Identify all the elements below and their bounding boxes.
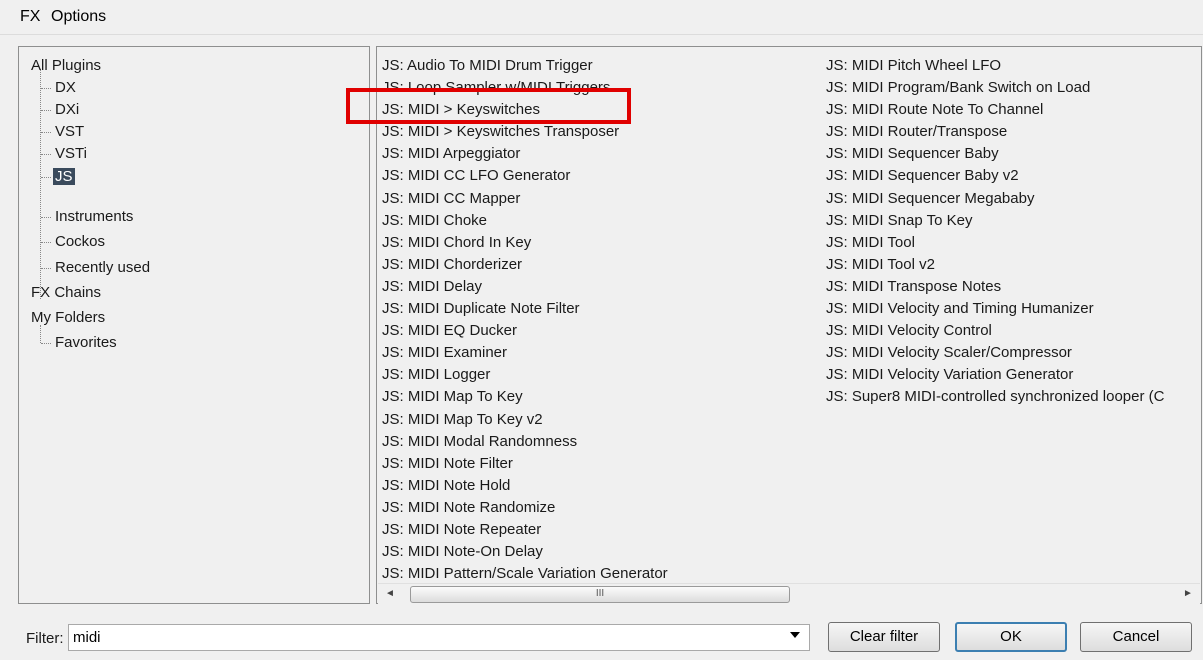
- plugin-list-item[interactable]: JS: MIDI Note Filter: [382, 453, 668, 475]
- menu-bar: FX Options: [0, 0, 1203, 35]
- tree-branch: [41, 177, 51, 178]
- plugin-list-column-1: JS: Audio To MIDI Drum Trigger JS: Loop S…: [382, 55, 668, 585]
- plugin-list[interactable]: JS: Audio To MIDI Drum Trigger JS: Loop S…: [376, 46, 1202, 604]
- tree-item-vsti[interactable]: VSTi: [53, 143, 89, 165]
- plugin-list-item[interactable]: JS: MIDI Note Randomize: [382, 497, 668, 519]
- plugin-list-item[interactable]: JS: MIDI Sequencer Baby v2: [826, 165, 1164, 187]
- plugin-list-item[interactable]: JS: MIDI Sequencer Megababy: [826, 188, 1164, 210]
- tree-item-my-folders[interactable]: My Folders: [29, 307, 107, 329]
- horizontal-scrollbar[interactable]: ◄ III ►: [378, 583, 1200, 604]
- plugin-list-item[interactable]: JS: MIDI Chorderizer: [382, 254, 668, 276]
- tree-item-vst[interactable]: VST: [53, 121, 86, 143]
- plugin-list-item[interactable]: JS: MIDI Program/Bank Switch on Load: [826, 77, 1164, 99]
- plugin-list-item[interactable]: JS: MIDI Velocity Control: [826, 320, 1164, 342]
- plugin-list-item[interactable]: JS: MIDI Map To Key: [382, 386, 668, 408]
- plugin-list-item[interactable]: JS: MIDI Chord In Key: [382, 232, 668, 254]
- plugin-list-item[interactable]: JS: MIDI > Keyswitches Transposer: [382, 121, 668, 143]
- plugin-list-item[interactable]: JS: MIDI Pattern/Scale Variation Generat…: [382, 563, 668, 585]
- tree-item-cockos[interactable]: Cockos: [53, 231, 107, 253]
- plugin-list-item[interactable]: JS: MIDI Transpose Notes: [826, 276, 1164, 298]
- cancel-button[interactable]: Cancel: [1080, 622, 1192, 652]
- plugin-list-item[interactable]: JS: MIDI Tool v2: [826, 254, 1164, 276]
- plugin-list-item[interactable]: JS: MIDI Velocity Scaler/Compressor: [826, 342, 1164, 364]
- tree-item-favorites[interactable]: Favorites: [53, 332, 119, 354]
- plugin-list-item[interactable]: JS: MIDI > Keyswitches: [382, 99, 668, 121]
- tree-branch: [41, 268, 51, 269]
- scroll-grip-icon: III: [595, 588, 605, 599]
- scroll-thumb[interactable]: III: [410, 586, 790, 603]
- plugin-list-item[interactable]: JS: MIDI Arpeggiator: [382, 143, 668, 165]
- tree-branch: [41, 343, 51, 344]
- plugin-list-item[interactable]: JS: MIDI Delay: [382, 276, 668, 298]
- plugin-list-item[interactable]: JS: MIDI Logger: [382, 364, 668, 386]
- scroll-right-arrow-icon[interactable]: ►: [1178, 584, 1198, 604]
- plugin-category-tree[interactable]: All Plugins DX DXi VST VSTi JS Instrumen…: [18, 46, 370, 604]
- plugin-list-item[interactable]: JS: Super8 MIDI-controlled synchronized …: [826, 386, 1164, 408]
- tree-branch: [41, 132, 51, 133]
- scroll-left-arrow-icon[interactable]: ◄: [380, 584, 400, 604]
- tree-connector-line: [40, 69, 41, 299]
- plugin-list-item[interactable]: JS: MIDI Note Repeater: [382, 519, 668, 541]
- plugin-list-item[interactable]: JS: MIDI Map To Key v2: [382, 409, 668, 431]
- plugin-list-column-2: JS: MIDI Pitch Wheel LFO JS: MIDI Program…: [826, 55, 1164, 409]
- filter-dropdown-arrow-icon[interactable]: [790, 632, 800, 638]
- clear-filter-button[interactable]: Clear filter: [828, 622, 940, 652]
- plugin-list-item[interactable]: JS: MIDI CC LFO Generator: [382, 165, 668, 187]
- plugin-list-item[interactable]: JS: MIDI Choke: [382, 210, 668, 232]
- menu-fx[interactable]: FX: [20, 8, 40, 26]
- plugin-list-item[interactable]: JS: MIDI Note Hold: [382, 475, 668, 497]
- tree-item-instruments[interactable]: Instruments: [53, 206, 135, 228]
- tree-item-dx[interactable]: DX: [53, 77, 78, 99]
- tree-branch: [41, 110, 51, 111]
- plugin-list-item[interactable]: JS: MIDI Pitch Wheel LFO: [826, 55, 1164, 77]
- plugin-list-item[interactable]: JS: Loop Sampler w/MIDI Triggers: [382, 77, 668, 99]
- plugin-list-item[interactable]: JS: MIDI Duplicate Note Filter: [382, 298, 668, 320]
- tree-item-fx-chains[interactable]: FX Chains: [29, 282, 103, 304]
- plugin-list-item[interactable]: JS: MIDI Velocity and Timing Humanizer: [826, 298, 1164, 320]
- plugin-list-item[interactable]: JS: MIDI Route Note To Channel: [826, 99, 1164, 121]
- plugin-list-item[interactable]: JS: MIDI Note-On Delay: [382, 541, 668, 563]
- tree-item-js[interactable]: JS: [53, 166, 75, 188]
- plugin-list-item[interactable]: JS: MIDI CC Mapper: [382, 188, 668, 210]
- tree-branch: [41, 242, 51, 243]
- filter-label: Filter:: [26, 630, 64, 647]
- menu-options[interactable]: Options: [51, 8, 106, 26]
- tree-item-dxi[interactable]: DXi: [53, 99, 81, 121]
- plugin-list-item[interactable]: JS: MIDI Sequencer Baby: [826, 143, 1164, 165]
- tree-branch: [41, 217, 51, 218]
- plugin-list-item[interactable]: JS: MIDI Examiner: [382, 342, 668, 364]
- plugin-list-item[interactable]: JS: MIDI Snap To Key: [826, 210, 1164, 232]
- filter-input[interactable]: [68, 624, 810, 651]
- tree-item-js-label: JS: [53, 168, 75, 185]
- plugin-list-item[interactable]: JS: MIDI Router/Transpose: [826, 121, 1164, 143]
- plugin-list-item[interactable]: JS: MIDI EQ Ducker: [382, 320, 668, 342]
- plugin-list-item[interactable]: JS: Audio To MIDI Drum Trigger: [382, 55, 668, 77]
- plugin-list-item[interactable]: JS: MIDI Modal Randomness: [382, 431, 668, 453]
- tree-branch: [41, 88, 51, 89]
- tree-item-recently-used[interactable]: Recently used: [53, 257, 152, 279]
- tree-branch: [41, 154, 51, 155]
- tree-item-all-plugins[interactable]: All Plugins: [29, 55, 103, 77]
- ok-button[interactable]: OK: [955, 622, 1067, 652]
- plugin-list-item[interactable]: JS: MIDI Tool: [826, 232, 1164, 254]
- plugin-list-item[interactable]: JS: MIDI Velocity Variation Generator: [826, 364, 1164, 386]
